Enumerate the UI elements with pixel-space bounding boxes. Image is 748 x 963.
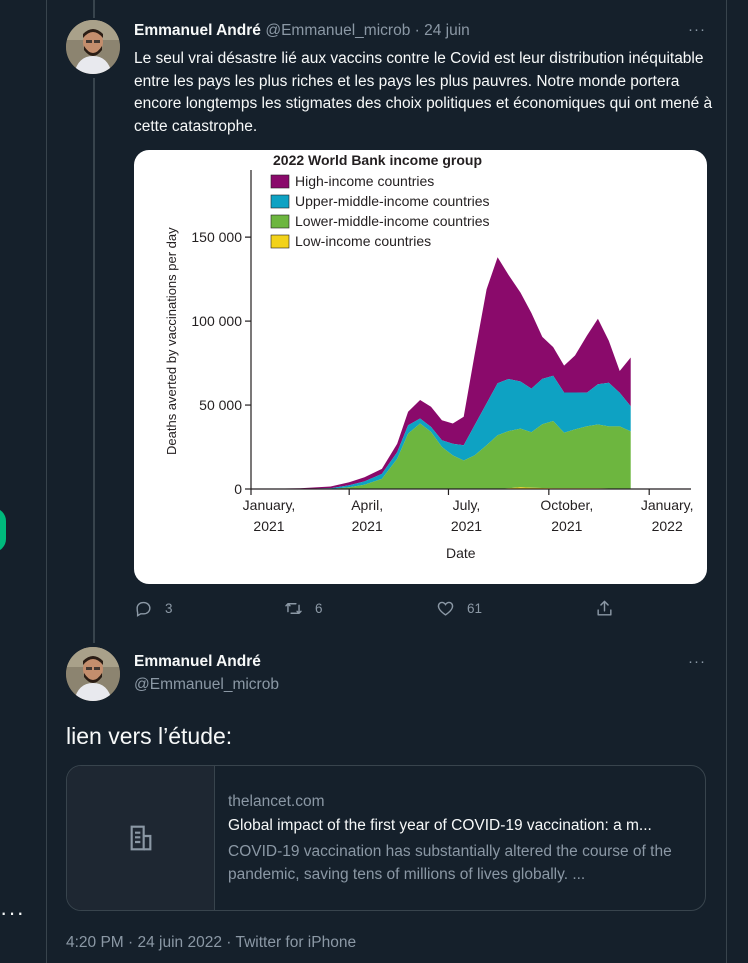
thread-line — [93, 78, 95, 643]
compose-button[interactable] — [0, 508, 6, 552]
x-tick-label: 2021 — [451, 518, 482, 534]
more-icon[interactable]: ··· — [688, 653, 706, 670]
left-column-divider — [46, 0, 47, 963]
tweet-header: Emmanuel André @Emmanuel_microb · 24 jui… — [134, 22, 470, 40]
legend-item-label: Lower-middle-income countries — [295, 213, 490, 229]
legend-swatch — [270, 174, 290, 189]
share-icon — [597, 600, 612, 616]
card-description: COVID-19 vaccination has substantially a… — [228, 843, 672, 883]
share-button[interactable] — [595, 599, 626, 618]
tweet-text: Le seul vrai désastre lié aux vaccins co… — [134, 50, 713, 135]
x-tick-label: October, — [540, 497, 593, 513]
legend-swatch — [270, 194, 290, 209]
retweet-count: 6 — [315, 601, 323, 616]
x-tick-label: July, — [453, 497, 481, 513]
document-icon — [130, 825, 151, 851]
x-tick-label: January, — [641, 497, 694, 513]
legend-item-label: Low-income countries — [295, 233, 431, 249]
x-tick-label: 2022 — [652, 518, 683, 534]
link-card[interactable]: thelancet.com Global impact of the first… — [66, 765, 706, 911]
like-button[interactable]: 61 — [436, 599, 482, 618]
avatar[interactable] — [66, 647, 120, 701]
retweet-icon — [285, 603, 302, 614]
author-name[interactable]: Emmanuel André — [134, 653, 261, 671]
legend-title: 2022 World Bank income group — [273, 152, 482, 168]
tweet-timestamp[interactable]: 4:20 PM · 24 juin 2022 · Twitter for iPh… — [66, 934, 356, 952]
avatar[interactable] — [66, 20, 120, 74]
y-tick-label: 0 — [234, 481, 242, 497]
legend-swatch — [270, 214, 290, 229]
x-tick-label: 2021 — [253, 518, 284, 534]
meta-separator: · — [410, 22, 425, 39]
author-handle[interactable]: @Emmanuel_microb — [134, 676, 279, 694]
author-handle[interactable]: @Emmanuel_microb — [265, 22, 410, 39]
stacked-area-chart: 2022 World Bank income group High-income… — [164, 152, 694, 561]
legend-swatch — [270, 234, 290, 249]
author-name[interactable]: Emmanuel André — [134, 22, 261, 39]
right-column-divider — [726, 0, 727, 963]
tweet-image[interactable]: 2022 World Bank income group High-income… — [134, 150, 707, 584]
retweet-button[interactable]: 6 — [284, 599, 323, 618]
x-axis-label: Date — [446, 545, 476, 561]
x-tick-label: April, — [351, 497, 383, 513]
avatar-image — [66, 647, 120, 701]
y-tick-label: 100 000 — [191, 313, 242, 329]
x-tick-label: January, — [243, 497, 296, 513]
reply-count: 3 — [165, 601, 173, 616]
tweet-text: lien vers l’étude: — [66, 723, 233, 749]
card-thumbnail — [67, 766, 215, 910]
card-title: Global impact of the first year of COVID… — [228, 817, 652, 834]
y-tick-label: 50 000 — [199, 397, 242, 413]
x-tick-label: 2021 — [352, 518, 383, 534]
avatar-image — [66, 20, 120, 74]
card-domain: thelancet.com — [228, 793, 325, 810]
y-tick-label: 150 000 — [191, 229, 242, 245]
thread-line — [93, 0, 95, 18]
card-body: thelancet.com Global impact of the first… — [228, 793, 693, 886]
like-count: 61 — [467, 601, 483, 616]
y-axis-label: Deaths averted by vaccinations per day — [164, 227, 179, 455]
legend-item-label: High-income countries — [295, 173, 434, 189]
reply-button[interactable]: 3 — [134, 599, 173, 618]
chart-legend: 2022 World Bank income group High-income… — [270, 152, 490, 249]
tweet-actions: 3 6 61 — [134, 599, 634, 619]
reply-icon — [136, 601, 151, 617]
more-icon[interactable]: ··· — [688, 21, 706, 38]
legend-item-label: Upper-middle-income countries — [295, 193, 490, 209]
x-tick-label: 2021 — [551, 518, 582, 534]
tweet-date[interactable]: 24 juin — [424, 22, 470, 39]
account-more-icon[interactable]: ··· — [0, 900, 25, 926]
heart-icon — [437, 601, 454, 616]
